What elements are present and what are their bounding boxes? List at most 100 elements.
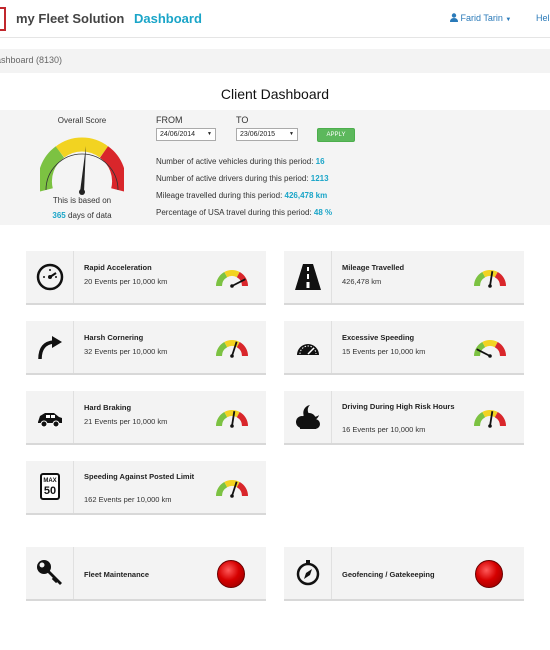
- tile-geofencing[interactable]: Geofencing / Gatekeeping: [284, 547, 524, 601]
- gauge-yellow-segment: [224, 270, 240, 278]
- tile-harsh-cornering[interactable]: Harsh Cornering 32 Events per 10,000 km: [26, 321, 266, 375]
- to-date-select[interactable]: 23/06/2015 ▼: [236, 128, 298, 141]
- gauge-red-segment: [494, 271, 506, 287]
- tile-score-gauge: [474, 340, 506, 358]
- based-on-text: This is based on 365 days of data: [28, 193, 136, 223]
- tile-score-gauge: [216, 340, 248, 358]
- tile-icon-box: [284, 251, 332, 303]
- tile-hard-braking[interactable]: Hard Braking 21 Events per 10,000 km: [26, 391, 266, 445]
- tile-subtitle: 32 Events per 10,000 km: [84, 347, 168, 356]
- sign-top-text: MAX: [43, 478, 56, 484]
- tile-excessive-speeding[interactable]: Excessive Speeding 15 Events per 10,000 …: [284, 321, 524, 375]
- speedometer-icon: [36, 263, 64, 291]
- gauge-hub: [230, 494, 234, 498]
- tile-subtitle: 21 Events per 10,000 km: [84, 417, 168, 426]
- gauge-red-segment: [236, 341, 248, 357]
- tile-title: Driving During High Risk Hours: [342, 402, 455, 411]
- stat-value: 426,478 km: [284, 191, 328, 200]
- compass-icon: [296, 560, 320, 586]
- tile-icon-box: MAX 50: [26, 461, 74, 513]
- gauge-yellow-segment: [482, 270, 498, 278]
- gauge-green-segment: [474, 271, 486, 287]
- tile-title: Excessive Speeding: [342, 333, 415, 342]
- tile-speeding-posted-limit[interactable]: MAX 50 Speeding Against Posted Limit 162…: [26, 461, 266, 515]
- gauge-hub: [488, 354, 492, 358]
- gauge-red-segment: [236, 481, 248, 497]
- summary-panel: Overall Score This is based on 365 days …: [0, 110, 550, 225]
- stat-label: Number of active vehicles during this pe…: [156, 157, 314, 166]
- overall-score-needle: [80, 146, 86, 192]
- gauge-hub: [230, 284, 234, 288]
- road-icon: [295, 264, 321, 290]
- tile-icon-box: [284, 321, 332, 373]
- tile-rapid-acceleration[interactable]: Rapid Acceleration 20 Events per 10,000 …: [26, 251, 266, 305]
- tile-score-gauge: [216, 410, 248, 428]
- tile-fleet-maintenance[interactable]: Fleet Maintenance: [26, 547, 266, 601]
- to-date-value: 23/06/2015: [240, 131, 276, 138]
- tile-icon-box: [26, 391, 74, 443]
- days-value: 365: [52, 211, 66, 220]
- status-indicator-red: [217, 560, 245, 588]
- stat-value: 1213: [310, 174, 329, 183]
- sign-value-text: 50: [44, 485, 56, 497]
- gauge-green-segment: [216, 271, 228, 287]
- to-label: TO: [236, 115, 249, 125]
- based-on-label: This is based on: [52, 196, 112, 205]
- tile-subtitle: 426,478 km: [342, 277, 382, 286]
- tile-score-gauge: [474, 270, 506, 288]
- tile-icon-box: [26, 251, 74, 303]
- tile-title: Hard Braking: [84, 403, 132, 412]
- gauge-hub: [488, 424, 492, 428]
- chevron-down-icon: ▼: [505, 17, 512, 23]
- breadcrumb-bar: ashboard (8130): [0, 49, 550, 73]
- speed-gauge-icon: [297, 344, 319, 355]
- tile-title: Mileage Travelled: [342, 263, 405, 272]
- page-title: Client Dashboard: [220, 86, 330, 102]
- stat-value: 16: [315, 157, 325, 166]
- stat-usa-travel: Percentage of USA travel during this per…: [156, 208, 332, 217]
- tile-subtitle: 16 Events per 10,000 km: [342, 425, 426, 434]
- tile-mileage-travelled[interactable]: Mileage Travelled 426,478 km: [284, 251, 524, 305]
- user-icon: [450, 13, 458, 22]
- apply-button[interactable]: APPLY: [317, 128, 355, 142]
- stat-label: Number of active drivers during this per…: [156, 174, 309, 183]
- top-navbar: my Fleet Solution Dashboard Farid Tarin …: [0, 0, 550, 38]
- from-date-value: 24/06/2014: [160, 131, 196, 138]
- tile-title: Rapid Acceleration: [84, 263, 152, 272]
- gauge-green-segment: [216, 411, 228, 427]
- gauge-red-segment: [494, 341, 506, 357]
- brand-logo[interactable]: [0, 7, 6, 31]
- gauge-hub: [230, 424, 234, 428]
- stat-value: 48 %: [313, 208, 333, 217]
- tile-icon-box: [284, 547, 332, 599]
- stat-active-vehicles: Number of active vehicles during this pe…: [156, 157, 325, 166]
- tile-subtitle: 15 Events per 10,000 km: [342, 347, 426, 356]
- gauge-yellow-segment: [224, 410, 240, 418]
- turn-arrow-icon: [38, 336, 62, 360]
- tile-high-risk-hours[interactable]: Driving During High Risk Hours 16 Events…: [284, 391, 524, 445]
- gauge-green-segment: [474, 411, 486, 427]
- wrench-icon: [37, 560, 62, 585]
- tile-score-gauge: [474, 410, 506, 428]
- tile-subtitle: 20 Events per 10,000 km: [84, 277, 168, 286]
- help-link[interactable]: Hel: [536, 13, 550, 23]
- stat-active-drivers: Number of active drivers during this per…: [156, 174, 329, 183]
- breadcrumb[interactable]: ashboard (8130): [0, 55, 62, 65]
- gauge-yellow-segment: [482, 340, 498, 348]
- stat-label: Mileage travelled during this period:: [156, 191, 283, 200]
- user-menu[interactable]: Farid Tarin ▼: [450, 13, 511, 23]
- gauge-red-segment: [494, 411, 506, 427]
- gauge-green-segment: [216, 481, 228, 497]
- tile-icon-box: [26, 321, 74, 373]
- from-date-select[interactable]: 24/06/2014 ▼: [156, 128, 216, 141]
- app-name[interactable]: my Fleet Solution: [16, 11, 124, 26]
- tile-icon-box: [284, 391, 332, 443]
- chevron-down-icon: ▼: [207, 131, 212, 137]
- night-cloud-icon: [296, 405, 320, 429]
- chevron-down-icon: ▼: [289, 131, 294, 137]
- dashboard-link[interactable]: Dashboard: [134, 11, 202, 26]
- tile-score-gauge: [216, 480, 248, 498]
- status-indicator-red: [475, 560, 503, 588]
- car-braking-icon: [38, 413, 62, 428]
- overall-score-gauge: [40, 137, 124, 195]
